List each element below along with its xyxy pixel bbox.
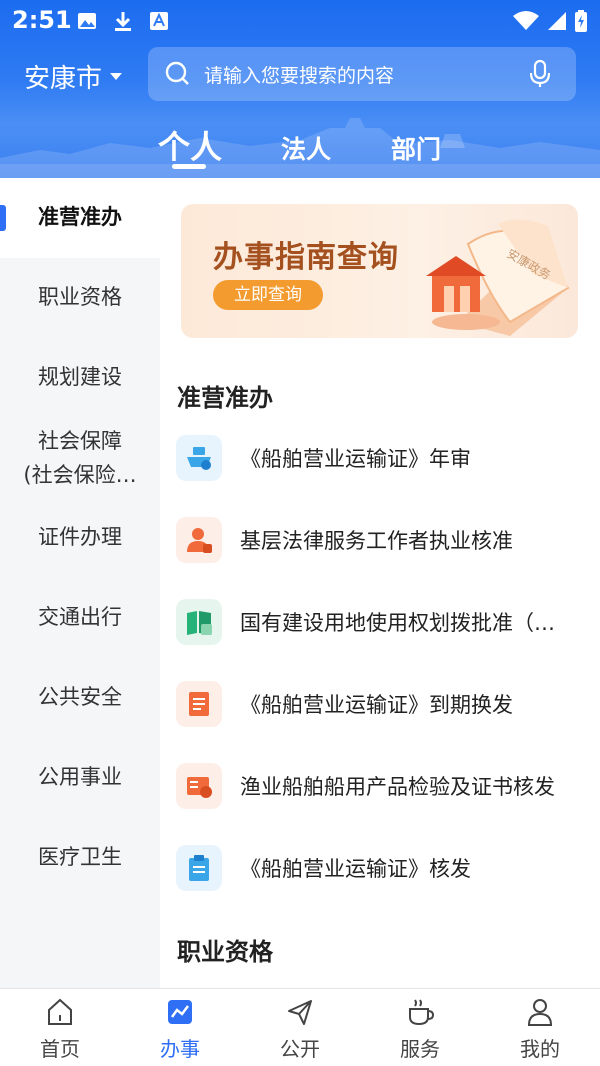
battery-icon — [575, 10, 587, 32]
card-icon — [176, 763, 222, 809]
section-title-zhiye: 职业资格 — [177, 938, 273, 966]
sidebar-item-label: 准营准办 — [38, 205, 122, 229]
sidebar-item-label: 公共安全 — [38, 685, 122, 709]
sidebar-item-label: 社会保障 — [38, 429, 122, 453]
nav-label: 我的 — [520, 1037, 560, 1061]
service-label: 基层法律服务工作者执业核准 — [240, 529, 513, 553]
sidebar-item-gongyong[interactable]: 公用事业 — [0, 760, 160, 794]
microphone-icon[interactable] — [528, 59, 552, 89]
certificate-icon — [176, 681, 222, 727]
image-icon — [78, 13, 96, 29]
sidebar-item-label: 规划建设 — [38, 365, 122, 389]
search-bar[interactable]: 请输入您要搜索的内容 — [148, 47, 576, 101]
chart-icon — [168, 1000, 192, 1024]
sidebar-item-zhengjian[interactable]: 证件办理 — [0, 520, 160, 554]
status-bar: 2:51 — [0, 0, 600, 42]
category-sidebar: 准营准办 职业资格 规划建设 社会保障 (社会保险… 证件办理 交通出行 公共安… — [0, 178, 160, 988]
status-time: 2:51 — [12, 6, 72, 34]
service-label: 《船舶营业运输证》到期换发 — [240, 693, 513, 717]
service-label: 渔业船舶船用产品检验及证书核发 — [240, 775, 555, 799]
sidebar-item-zhunying[interactable]: 准营准办 — [0, 178, 160, 258]
city-selector[interactable]: 安康市 — [24, 58, 123, 95]
map-book-icon — [176, 599, 222, 645]
service-item[interactable]: 基层法律服务工作者执业核准 — [176, 512, 596, 568]
sidebar-item-zhiye[interactable]: 职业资格 — [0, 280, 160, 314]
search-icon — [165, 61, 189, 85]
tab-department[interactable]: 部门 — [391, 130, 441, 166]
clipboard-icon — [176, 845, 222, 891]
sidebar-item-label: 公用事业 — [38, 765, 122, 789]
service-item[interactable]: 国有建设用地使用权划拨批准（… — [176, 594, 596, 650]
nav-label: 服务 — [400, 1037, 440, 1061]
service-label: 国有建设用地使用权划拨批准（… — [240, 611, 555, 635]
service-label: 《船舶营业运输证》核发 — [240, 857, 471, 881]
download-icon — [115, 12, 131, 31]
send-icon — [288, 1000, 312, 1025]
sidebar-item-label: 交通出行 — [38, 605, 122, 629]
section-title-zhunying: 准营准办 — [177, 384, 273, 412]
cup-icon — [409, 999, 434, 1026]
nav-label: 公开 — [280, 1037, 320, 1061]
tab-bar: 个人 法人 部门 — [0, 118, 600, 178]
nav-mine[interactable]: 我的 — [480, 989, 600, 1066]
bottom-navigation: 首页 办事 公开 服务 我的 — [0, 988, 600, 1066]
signal-icon — [548, 12, 566, 30]
guide-query-banner[interactable]: 办事指南查询 立即查询 安康政务 — [181, 204, 578, 338]
nav-home[interactable]: 首页 — [0, 989, 120, 1066]
sidebar-item-label: 医疗卫生 — [38, 845, 122, 869]
service-label: 《船舶营业运输证》年审 — [240, 447, 471, 471]
search-input[interactable]: 请输入您要搜索的内容 — [204, 61, 528, 88]
nav-affairs[interactable]: 办事 — [120, 989, 240, 1066]
font-icon — [150, 12, 168, 30]
nav-label: 首页 — [40, 1037, 80, 1061]
service-item[interactable]: 渔业船舶船用产品检验及证书核发 — [176, 758, 596, 814]
sidebar-item-guihua[interactable]: 规划建设 — [0, 360, 160, 394]
sidebar-item-gonggong[interactable]: 公共安全 — [0, 680, 160, 714]
lawyer-icon — [176, 517, 222, 563]
nav-service[interactable]: 服务 — [360, 989, 480, 1066]
service-item[interactable]: 《船舶营业运输证》到期换发 — [176, 676, 596, 732]
sidebar-item-label-2: (社会保险… — [23, 463, 137, 487]
guide-book-icon: 安康政务 — [426, 219, 570, 336]
sidebar-item-label: 职业资格 — [38, 285, 122, 309]
sidebar-active-indicator — [0, 205, 6, 231]
sidebar-item-yiliao[interactable]: 医疗卫生 — [0, 840, 160, 874]
main-content: 办事指南查询 立即查询 安康政务 准营准办 《船舶营业运输证》年审 基层法律服务… — [160, 178, 600, 988]
nav-label: 办事 — [160, 1037, 200, 1061]
sidebar-item-shebao[interactable]: 社会保障 (社会保险… — [0, 424, 160, 492]
sidebar-item-label: 证件办理 — [38, 525, 122, 549]
chevron-down-icon — [110, 73, 123, 80]
banner-title: 办事指南查询 — [213, 240, 399, 275]
query-now-button[interactable]: 立即查询 — [213, 280, 323, 310]
sidebar-item-jiaotong[interactable]: 交通出行 — [0, 600, 160, 634]
ship-icon — [176, 435, 222, 481]
tab-legal-person[interactable]: 法人 — [281, 130, 331, 166]
city-label: 安康市 — [24, 64, 103, 94]
nav-public[interactable]: 公开 — [240, 989, 360, 1066]
wifi-icon — [513, 11, 539, 30]
tab-active-indicator — [172, 164, 206, 169]
tab-personal[interactable]: 个人 — [158, 122, 222, 168]
app-header: 2:51 安康市 请输入您要搜索的内容 个人 法人 部门 — [0, 0, 600, 178]
home-icon — [48, 998, 72, 1025]
service-item[interactable]: 《船舶营业运输证》年审 — [176, 430, 596, 486]
user-icon — [527, 999, 553, 1026]
service-item[interactable]: 《船舶营业运输证》核发 — [176, 840, 596, 896]
